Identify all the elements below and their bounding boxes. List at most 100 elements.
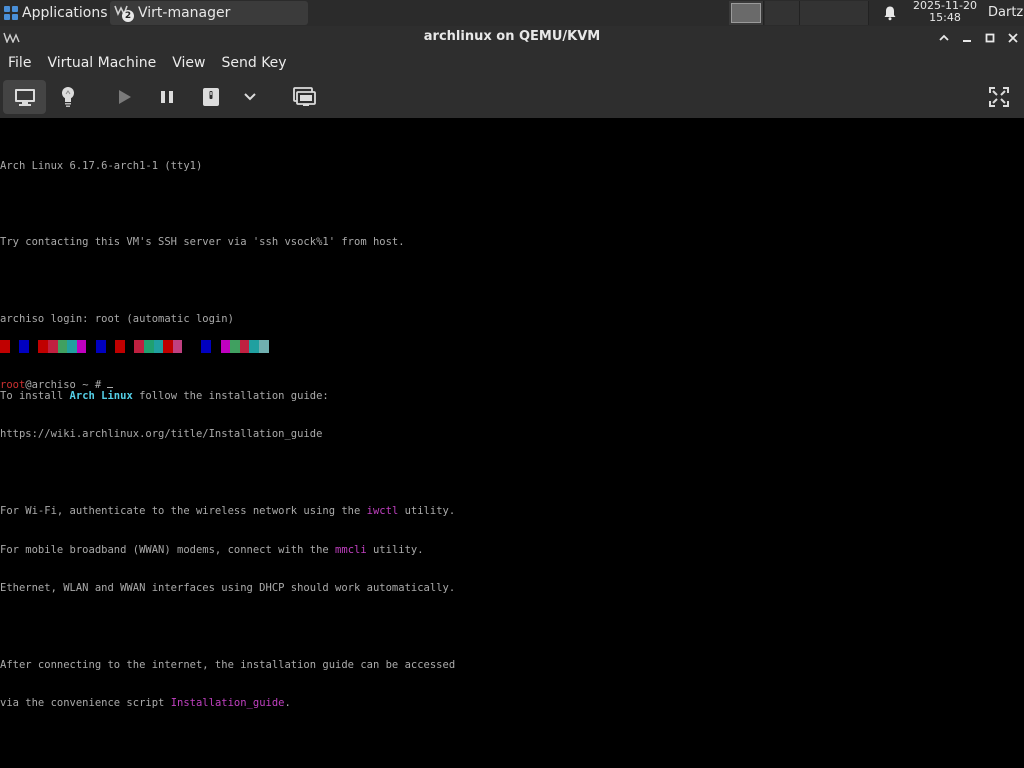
- notification-bell-icon[interactable]: [882, 5, 898, 21]
- chevron-down-icon: [244, 93, 256, 101]
- maximize-button[interactable]: [982, 30, 998, 46]
- manage-snapshots-button[interactable]: [290, 80, 318, 114]
- show-details-button[interactable]: [54, 80, 82, 114]
- shutdown-menu-button[interactable]: [238, 80, 262, 114]
- minimize-button[interactable]: [959, 30, 975, 46]
- terminal-line: For mobile broadband (WWAN) modems, conn…: [0, 544, 455, 557]
- terminal-line: Arch Linux 6.17.6-arch1-1 (tty1): [0, 159, 203, 172]
- xfce-logo-icon: [4, 6, 18, 20]
- workspace-4[interactable]: [834, 1, 869, 25]
- menu-file[interactable]: File: [0, 55, 39, 71]
- color-block: [191, 340, 202, 353]
- color-block: [67, 340, 77, 353]
- applications-label: Applications: [22, 5, 108, 21]
- taskbar-button-virt-manager[interactable]: 2 Virt-manager: [110, 1, 308, 25]
- color-block: [153, 340, 164, 353]
- shade-button[interactable]: [936, 30, 952, 46]
- mmcli-highlight: mmcli: [335, 543, 367, 556]
- power-icon: [203, 88, 219, 106]
- window-titlebar[interactable]: archlinux on QEMU/KVM: [0, 26, 1024, 50]
- virt-manager-icon: 2: [114, 4, 134, 22]
- menu-view[interactable]: View: [164, 55, 213, 71]
- text-cursor: [107, 386, 114, 388]
- workspace-2[interactable]: [765, 1, 800, 25]
- clock-time: 15:48: [929, 11, 961, 24]
- color-block: [105, 340, 116, 353]
- terminal-text: follow the installation guide:: [132, 389, 329, 402]
- color-block: [259, 340, 269, 353]
- color-block: [182, 340, 192, 353]
- color-block: [201, 340, 212, 353]
- terminal-line: After connecting to the internet, the in…: [0, 658, 456, 671]
- terminal-output: Arch Linux 6.17.6-arch1-1 (tty1) Try con…: [0, 134, 455, 735]
- terminal-line: Try contacting this VM's SSH server via …: [0, 236, 405, 249]
- terminal-line: https://wiki.archlinux.org/title/Install…: [0, 428, 323, 441]
- color-block: [211, 340, 221, 353]
- color-block: [86, 340, 96, 353]
- terminal-line: Ethernet, WLAN and WWAN interfaces using…: [0, 581, 456, 594]
- color-block: [230, 340, 240, 353]
- terminal-text: For Wi-Fi, authenticate to the wireless …: [0, 505, 367, 518]
- maximize-icon: [985, 33, 995, 43]
- user-menu-button[interactable]: Dartz: [988, 5, 1023, 20]
- color-block: [143, 340, 154, 353]
- prompt-user: root: [0, 378, 26, 391]
- fullscreen-icon: [989, 87, 1009, 107]
- color-block: [239, 340, 250, 353]
- color-block: [38, 340, 48, 353]
- color-block: [172, 340, 183, 353]
- iwctl-highlight: iwctl: [366, 505, 399, 518]
- minimize-icon: [963, 40, 971, 42]
- installation-guide-highlight: Installation_guide: [170, 697, 285, 710]
- clock[interactable]: 2025-11-20 15:48: [910, 0, 980, 24]
- toolbar: [0, 76, 1024, 118]
- pause-icon: [161, 91, 173, 103]
- color-block: [95, 340, 106, 353]
- menu-send-key[interactable]: Send Key: [213, 55, 294, 71]
- top-panel: Applications ☰ 2 Virt-manager 2025-11-20…: [0, 0, 1024, 26]
- color-block: [124, 340, 135, 353]
- console-icon: [14, 89, 35, 106]
- color-test-bar: [0, 340, 269, 353]
- color-block: [57, 340, 68, 353]
- color-block: [28, 340, 39, 353]
- close-button[interactable]: [1005, 30, 1021, 46]
- run-button[interactable]: [112, 80, 138, 114]
- vm-console[interactable]: Arch Linux 6.17.6-arch1-1 (tty1) Try con…: [0, 118, 1024, 768]
- window-count-badge: 2: [122, 10, 134, 22]
- pause-button[interactable]: [154, 80, 180, 114]
- applications-menu-button[interactable]: Applications ☰: [0, 0, 122, 26]
- menu-bar: File Virtual Machine View Send Key: [0, 50, 1024, 76]
- color-block: [9, 340, 20, 353]
- lightbulb-icon: [62, 87, 74, 107]
- color-block: [19, 340, 29, 353]
- color-block: [0, 340, 10, 353]
- color-block: [249, 340, 260, 353]
- show-console-button[interactable]: [3, 80, 46, 114]
- terminal-text: via the convenience script: [0, 697, 171, 710]
- color-block: [76, 340, 87, 353]
- shell-prompt[interactable]: root@archiso ~ #: [0, 353, 114, 417]
- terminal-text: For mobile broadband (WWAN) modems, conn…: [0, 543, 336, 556]
- menu-virtual-machine[interactable]: Virtual Machine: [39, 55, 164, 71]
- workspace-1[interactable]: [729, 1, 764, 25]
- terminal-line: archiso login: root (automatic login): [0, 313, 234, 326]
- prompt-host: @archiso ~ #: [25, 378, 102, 391]
- color-block: [115, 340, 125, 353]
- terminal-line: via the convenience script Installation_…: [0, 697, 455, 710]
- terminal-text: utility.: [398, 505, 456, 518]
- color-block: [163, 340, 173, 353]
- snapshot-icon: [293, 87, 316, 106]
- close-icon: [1008, 33, 1018, 43]
- workspace-3[interactable]: [800, 1, 835, 25]
- chevron-up-icon: [939, 34, 949, 41]
- fullscreen-button[interactable]: [985, 80, 1013, 114]
- shutdown-button[interactable]: [198, 80, 224, 114]
- terminal-line: For Wi-Fi, authenticate to the wireless …: [0, 505, 455, 518]
- color-block: [47, 340, 58, 353]
- terminal-text: utility.: [366, 543, 424, 556]
